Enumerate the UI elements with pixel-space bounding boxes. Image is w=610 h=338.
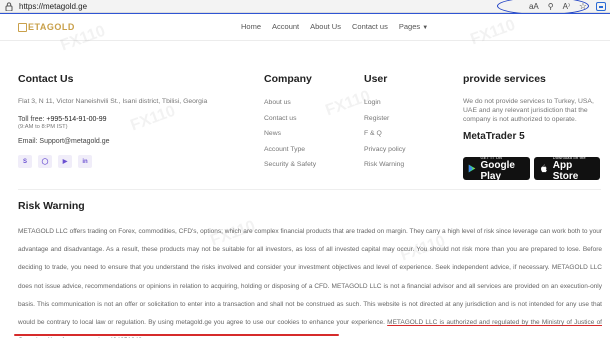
nav-contact[interactable]: Contact us (352, 22, 388, 31)
google-play-icon (468, 164, 476, 173)
services-text: We do not provide services to Turkey, US… (463, 98, 594, 123)
user-link-risk[interactable]: Risk Warning (364, 161, 406, 169)
metatrader-title: MetaTrader 5 (463, 131, 525, 142)
lock-icon (5, 2, 13, 11)
user-title: User (364, 73, 388, 85)
company-link-account-type[interactable]: Account Type (264, 146, 316, 154)
company-link-security[interactable]: Security & Safety (264, 161, 316, 169)
google-play-button[interactable]: GET IT ON Google Play (463, 155, 530, 182)
extension-icon[interactable] (596, 2, 606, 11)
nav-pages-label: Pages (398, 22, 421, 31)
email-label: Email: (18, 138, 38, 145)
annotation-red-underline (14, 334, 339, 336)
url-text[interactable]: https://metagold.ge (19, 1, 87, 12)
user-links: Login Register F & Q Privacy policy Risk… (364, 99, 406, 177)
company-links: About us Contact us News Account Type Se… (264, 99, 316, 177)
site-header: ETAGOLD Home Account About Us Contact us… (0, 14, 610, 41)
logo-mark-icon (18, 22, 27, 32)
contact-tollfree: Toll free: +995-514-91-00-99 (18, 116, 107, 123)
nav-home[interactable]: Home (241, 22, 261, 31)
main-nav: Home Account About Us Contact us Pages ▼ (241, 22, 428, 31)
chevron-down-icon: ▼ (422, 25, 429, 31)
company-link-news[interactable]: News (264, 130, 316, 138)
services-title: provide services (463, 73, 546, 85)
youtube-icon[interactable]: ▶ (58, 155, 72, 168)
nav-account[interactable]: Account (272, 22, 299, 31)
risk-warning-body: METAGOLD LLC offers trading on Forex, co… (18, 228, 602, 327)
risk-warning-title: Risk Warning (18, 200, 85, 212)
app-store-button[interactable]: Download on the App Store (534, 155, 600, 182)
nav-pages[interactable]: Pages ▼ (399, 22, 428, 31)
site-logo[interactable]: ETAGOLD (18, 22, 75, 32)
apple-icon (541, 164, 547, 173)
section-divider (18, 189, 601, 190)
tollfree-number[interactable]: +995-514-91-00-99 (46, 116, 106, 123)
contact-address: Flat 3, N 11, Victor Naneishvili St., Is… (18, 98, 208, 105)
contact-email: Email: Support@metagold.ge (18, 138, 110, 145)
user-link-register[interactable]: Register (364, 115, 406, 123)
company-link-about[interactable]: About us (264, 99, 316, 107)
logo-text: ETAGOLD (28, 22, 75, 32)
user-link-faq[interactable]: F & Q (364, 130, 406, 138)
company-title: Company (264, 73, 312, 85)
email-link[interactable]: Support@metagold.ge (39, 138, 109, 145)
nav-about[interactable]: About Us (310, 22, 341, 31)
user-link-login[interactable]: Login (364, 99, 406, 107)
linkedin-icon[interactable]: in (78, 155, 92, 168)
contact-hours: (9:AM to 8:PM IST) (18, 124, 68, 130)
tollfree-label: Toll free: (18, 116, 45, 123)
google-play-big: Google Play (480, 160, 515, 182)
skype-icon[interactable]: S (18, 155, 32, 168)
social-links: S ◯ ▶ in (18, 155, 92, 168)
company-link-contact[interactable]: Contact us (264, 115, 316, 123)
watermark: FX110 (128, 102, 178, 135)
app-store-big: App Store (552, 160, 579, 182)
instagram-icon[interactable]: ◯ (38, 155, 52, 168)
contact-title: Contact Us (18, 73, 74, 85)
user-link-privacy[interactable]: Privacy policy (364, 146, 406, 154)
risk-warning-text: METAGOLD LLC offers trading on Forex, co… (18, 223, 602, 338)
